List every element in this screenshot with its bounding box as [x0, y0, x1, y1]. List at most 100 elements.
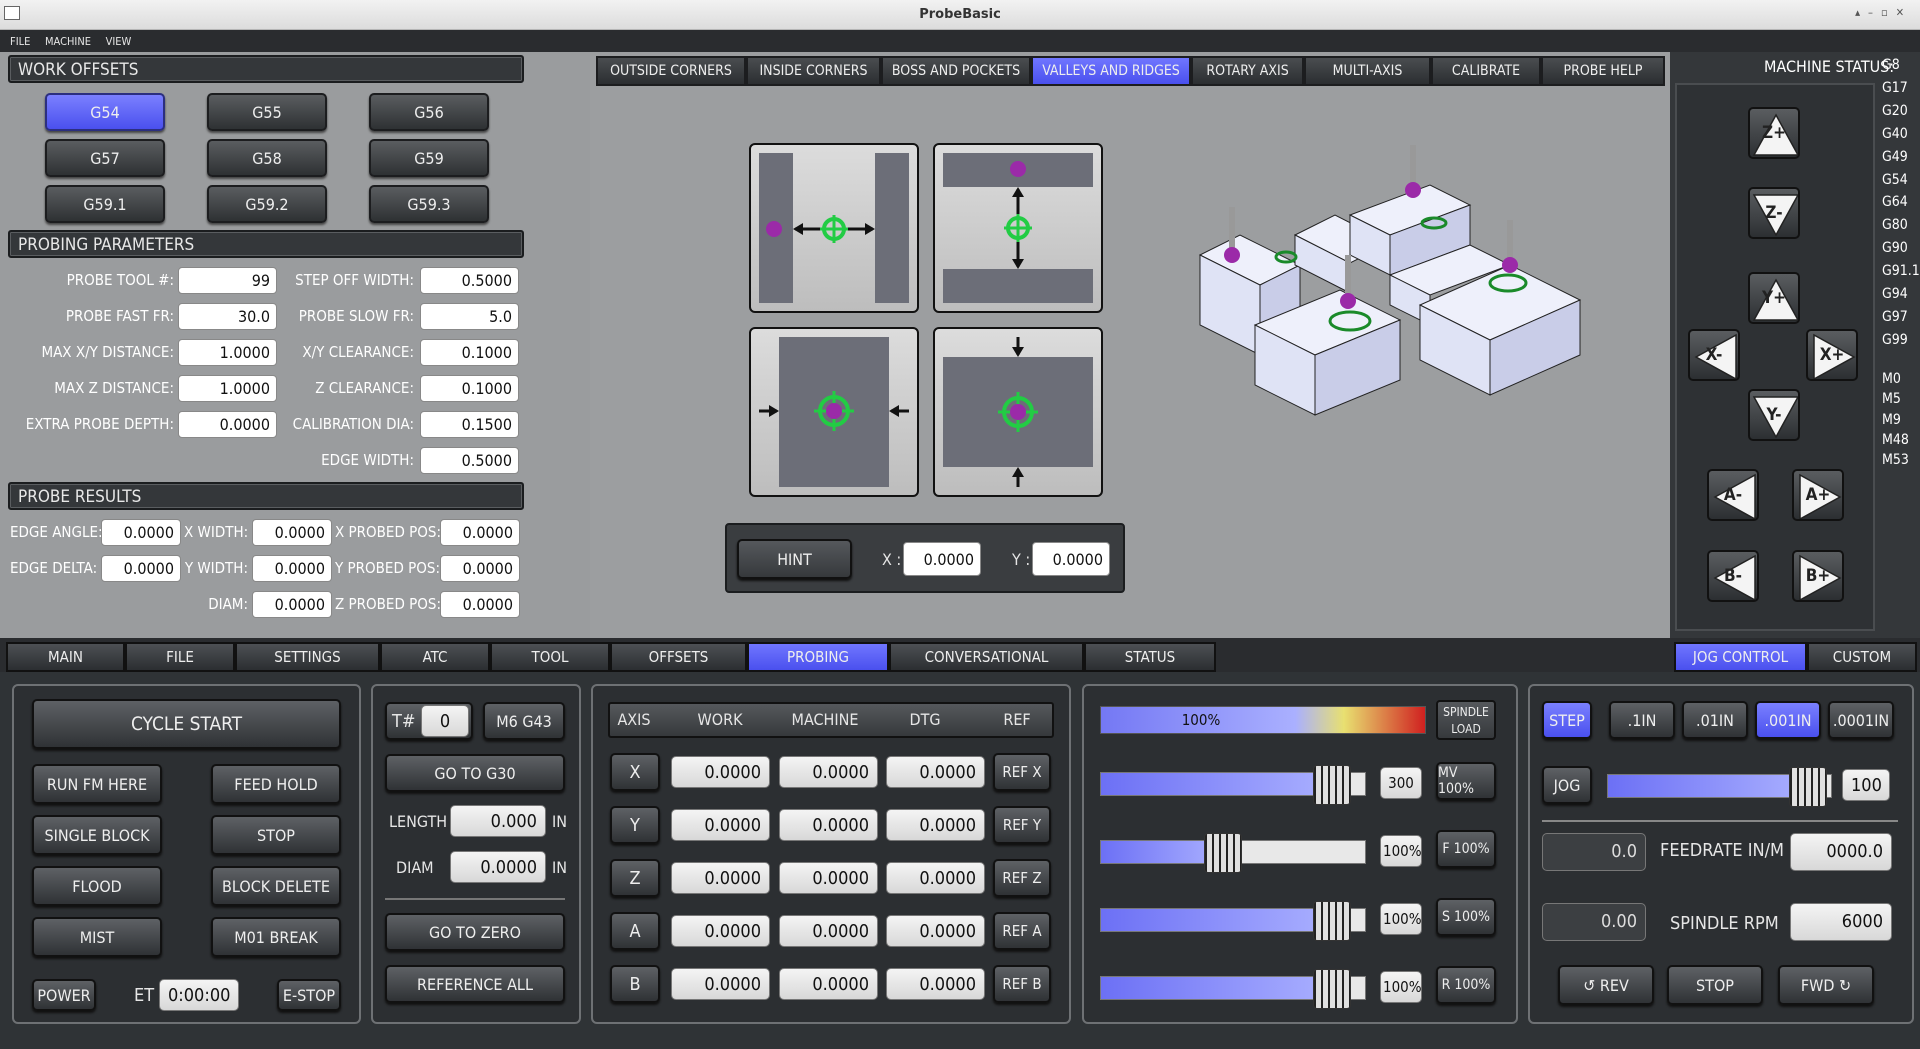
override-reset-button-2[interactable]: S 100% [1436, 898, 1496, 936]
z-clearance-field[interactable]: 0.1000 [420, 375, 519, 402]
probe-tool-field[interactable]: 99 [178, 267, 277, 294]
edge-width-field[interactable]: 0.5000 [420, 447, 519, 474]
step-button[interactable]: STEP [1542, 701, 1592, 739]
g59-2-button[interactable]: G59.2 [207, 185, 327, 223]
tab-conversational[interactable]: CONVERSATIONAL [889, 642, 1084, 672]
m01-break-button[interactable]: M01 BREAK [211, 917, 341, 957]
single-block-button[interactable]: SINGLE BLOCK [32, 815, 162, 855]
spindle-rpm-set-field[interactable]: 6000 [1790, 903, 1892, 941]
g54-button[interactable]: G54 [45, 93, 165, 131]
increment-0-1-button[interactable]: .1IN [1609, 701, 1675, 739]
jog-z-minus-button[interactable]: Z- [1748, 187, 1800, 239]
m6-g43-button[interactable]: M6 G43 [483, 702, 565, 740]
spindle-rev-button[interactable]: ↺ REV [1558, 965, 1654, 1005]
jog-b-minus-button[interactable]: B- [1707, 550, 1759, 602]
increment-0-001-button[interactable]: .001IN [1755, 701, 1821, 739]
probe-fast-fr-field[interactable]: 30.0 [178, 303, 277, 330]
work-z-field[interactable]: 0.0000 [671, 862, 770, 894]
override-reset-button-1[interactable]: F 100% [1436, 830, 1496, 868]
increment-0-01-button[interactable]: .01IN [1682, 701, 1748, 739]
tool-number-field[interactable]: 0 [421, 705, 469, 737]
jog-y-minus-button[interactable]: Y- [1748, 389, 1800, 441]
tab-status[interactable]: STATUS [1084, 642, 1216, 672]
hint-y-field[interactable]: 0.0000 [1032, 542, 1110, 576]
stop-button[interactable]: STOP [211, 815, 341, 855]
jog-slider-handle[interactable] [1789, 767, 1828, 807]
jog-z-plus-button[interactable]: Z+ [1748, 107, 1800, 159]
jog-a-plus-button[interactable]: A+ [1792, 469, 1844, 521]
tab-multi-axis[interactable]: MULTI-AXIS [1304, 56, 1431, 86]
ref-b-button[interactable]: REF B [993, 965, 1051, 1003]
block-delete-button[interactable]: BLOCK DELETE [211, 866, 341, 906]
window-controls[interactable]: ▴–▫✕ [1855, 6, 1912, 19]
work-x-field[interactable]: 0.0000 [671, 756, 770, 788]
tab-offsets[interactable]: OFFSETS [610, 642, 747, 672]
jog-a-minus-button[interactable]: A- [1707, 469, 1759, 521]
work-a-field[interactable]: 0.0000 [671, 915, 770, 947]
run-from-here-button[interactable]: RUN FM HERE [32, 764, 162, 804]
tab-settings[interactable]: SETTINGS [235, 642, 380, 672]
override-slider-2[interactable] [1100, 901, 1366, 941]
probe-slow-fr-field[interactable]: 5.0 [420, 303, 519, 330]
g58-button[interactable]: G58 [207, 139, 327, 177]
step-off-width-field[interactable]: 0.5000 [420, 267, 519, 294]
override-reset-button-0[interactable]: MV 100% [1436, 762, 1496, 800]
estop-button[interactable]: E-STOP [277, 979, 341, 1011]
tab-probing[interactable]: PROBING [747, 642, 889, 672]
tab-probe-help[interactable]: PROBE HELP [1541, 56, 1665, 86]
tab-calibrate[interactable]: CALIBRATE [1431, 56, 1541, 86]
ref-y-button[interactable]: REF Y [993, 806, 1051, 844]
g59-3-button[interactable]: G59.3 [369, 185, 489, 223]
jog-b-plus-button[interactable]: B+ [1792, 550, 1844, 602]
spindle-fwd-button[interactable]: FWD ↻ [1778, 965, 1874, 1005]
go-to-g30-button[interactable]: GO TO G30 [385, 754, 565, 792]
jog-y-plus-button[interactable]: Y+ [1748, 272, 1800, 324]
override-slider-handle[interactable] [1313, 765, 1352, 805]
override-slider-3[interactable] [1100, 969, 1366, 1009]
go-to-zero-button[interactable]: GO TO ZERO [385, 913, 565, 951]
tab-jog-control[interactable]: JOG CONTROL [1674, 642, 1807, 672]
extra-probe-depth-field[interactable]: 0.0000 [178, 411, 277, 438]
max-xy-distance-field[interactable]: 1.0000 [178, 339, 277, 366]
cycle-start-button[interactable]: CYCLE START [32, 699, 341, 749]
menu-file[interactable]: FILE [10, 35, 30, 48]
g56-button[interactable]: G56 [369, 93, 489, 131]
tab-custom[interactable]: CUSTOM [1807, 642, 1917, 672]
jog-x-plus-button[interactable]: X+ [1806, 329, 1858, 381]
probe-y-valley-button[interactable] [933, 143, 1103, 313]
tab-inside-corners[interactable]: INSIDE CORNERS [746, 56, 881, 86]
hint-x-field[interactable]: 0.0000 [903, 542, 981, 576]
probe-x-valley-button[interactable] [749, 143, 919, 313]
probe-y-ridge-button[interactable] [933, 327, 1103, 497]
g59-button[interactable]: G59 [369, 139, 489, 177]
tab-outside-corners[interactable]: OUTSIDE CORNERS [596, 56, 746, 86]
override-slider-handle[interactable] [1313, 901, 1352, 941]
feedrate-set-field[interactable]: 0000.0 [1790, 833, 1892, 871]
g57-button[interactable]: G57 [45, 139, 165, 177]
work-y-field[interactable]: 0.0000 [671, 809, 770, 841]
ref-a-button[interactable]: REF A [993, 912, 1051, 950]
calibration-dia-field[interactable]: 0.1500 [420, 411, 519, 438]
tab-atc[interactable]: ATC [380, 642, 490, 672]
feed-hold-button[interactable]: FEED HOLD [211, 764, 341, 804]
jog-button[interactable]: JOG [1542, 766, 1592, 804]
tab-tool[interactable]: TOOL [490, 642, 610, 672]
power-button[interactable]: POWER [32, 979, 96, 1011]
tab-rotary-axis[interactable]: ROTARY AXIS [1191, 56, 1304, 86]
jog-speed-slider[interactable] [1607, 767, 1832, 807]
mist-button[interactable]: MIST [32, 917, 162, 957]
menu-machine[interactable]: MACHINE [45, 35, 91, 48]
ref-x-button[interactable]: REF X [993, 753, 1051, 791]
tab-valleys-and-ridges[interactable]: VALLEYS AND RIDGES [1031, 56, 1191, 86]
increment-0-0001-button[interactable]: .0001IN [1828, 701, 1894, 739]
ref-z-button[interactable]: REF Z [993, 859, 1051, 897]
flood-button[interactable]: FLOOD [32, 866, 162, 906]
work-b-field[interactable]: 0.0000 [671, 968, 770, 1000]
menu-view[interactable]: VIEW [106, 35, 132, 48]
xy-clearance-field[interactable]: 0.1000 [420, 339, 519, 366]
tab-main[interactable]: MAIN [6, 642, 125, 672]
g59-1-button[interactable]: G59.1 [45, 185, 165, 223]
spindle-stop-button[interactable]: STOP [1667, 965, 1763, 1005]
override-slider-handle[interactable] [1313, 969, 1352, 1009]
tab-boss-and-pockets[interactable]: BOSS AND POCKETS [881, 56, 1031, 86]
